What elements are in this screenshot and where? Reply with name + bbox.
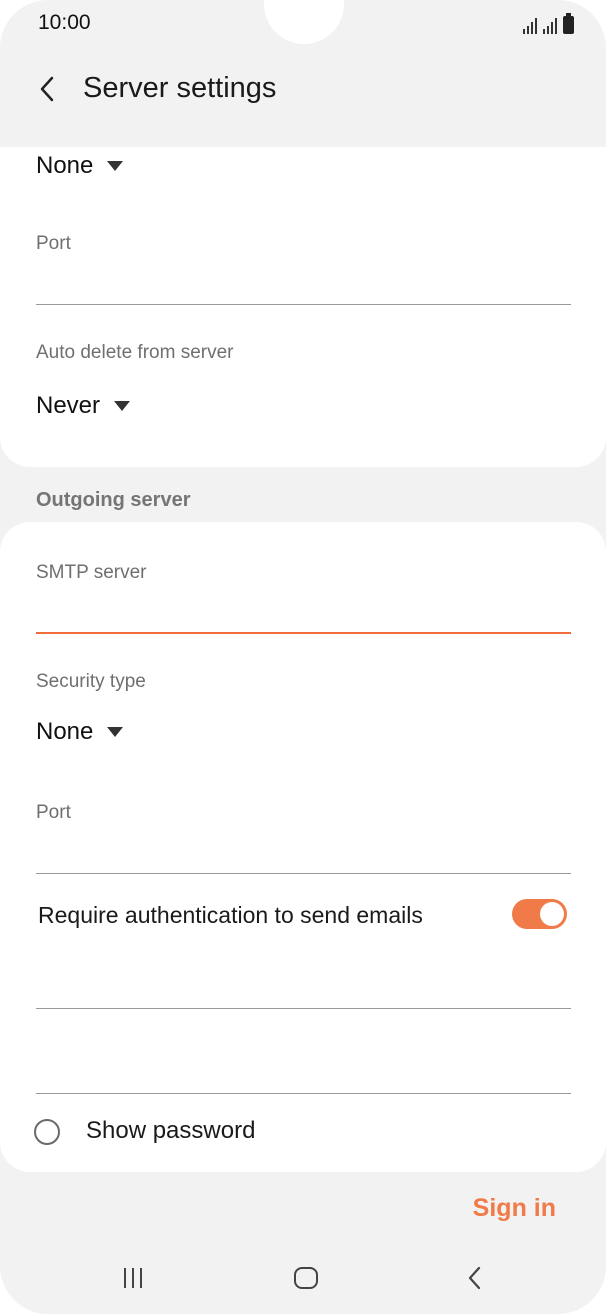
recents-icon[interactable] [124, 1268, 142, 1288]
toggle-knob [540, 902, 564, 926]
camera-notch [264, 0, 344, 44]
show-password-checkbox[interactable] [34, 1119, 60, 1145]
username-field-underline[interactable] [36, 1008, 571, 1009]
status-icons [523, 12, 574, 34]
navigation-bar [0, 1252, 606, 1306]
security-type-label: Security type [36, 671, 146, 692]
smtp-server-underline [36, 632, 571, 634]
outgoing-port-underline [36, 873, 571, 874]
show-password-label: Show password [86, 1117, 256, 1144]
security-type-value: None [36, 718, 94, 745]
page-title: Server settings [83, 72, 277, 104]
caret-down-icon [107, 727, 124, 737]
auto-delete-dropdown[interactable]: Never [36, 392, 131, 420]
incoming-security-dropdown[interactable]: None [36, 152, 124, 180]
caret-down-icon [114, 401, 131, 411]
incoming-port-underline [36, 304, 571, 305]
auto-delete-value: Never [36, 392, 101, 419]
status-time: 10:00 [38, 11, 91, 34]
home-icon[interactable] [294, 1267, 318, 1289]
signal-icon [523, 18, 537, 34]
signal-icon [543, 18, 557, 34]
back-arrow-icon[interactable] [34, 72, 60, 106]
outgoing-port-label: Port [36, 802, 71, 823]
outgoing-server-card: SMTP server Security type None Port Requ… [0, 522, 606, 1172]
outgoing-server-header: Outgoing server [36, 489, 191, 511]
sign-in-button[interactable]: Sign in [473, 1194, 556, 1223]
password-field-underline[interactable] [36, 1093, 571, 1094]
incoming-port-label: Port [36, 233, 71, 254]
battery-icon [563, 13, 574, 34]
incoming-security-value: None [36, 152, 94, 179]
auto-delete-label: Auto delete from server [36, 342, 234, 363]
smtp-server-label: SMTP server [36, 562, 147, 583]
security-type-dropdown[interactable]: None [36, 718, 124, 746]
require-auth-toggle[interactable] [512, 899, 567, 929]
require-auth-label: Require authentication to send emails [38, 902, 423, 928]
nav-back-icon[interactable] [464, 1264, 484, 1292]
caret-down-icon [107, 161, 124, 171]
phone-screen: 10:00 Server settings None Port Auto del… [0, 0, 606, 1314]
app-header: Server settings [0, 60, 606, 120]
incoming-server-card: None Port Auto delete from server Never [0, 147, 606, 467]
